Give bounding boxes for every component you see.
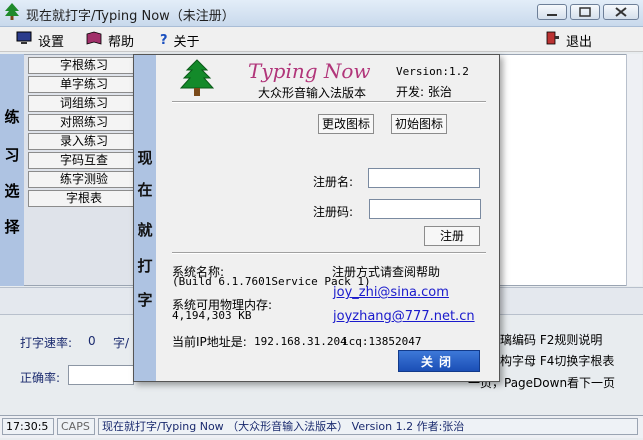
practice-label-char: 择 — [4, 218, 20, 236]
initial-icon-button[interactable]: 初始图标 — [391, 114, 447, 134]
status-time: 17:30:5 — [2, 418, 54, 435]
ip-value: 192.168.31.204 — [254, 335, 347, 348]
menu-help-label: 帮助 — [108, 34, 135, 50]
menu-about[interactable]: ? 关于 — [160, 31, 200, 50]
menu-exit-label: 退出 — [566, 34, 593, 50]
dialog-side-char: 字 — [137, 291, 153, 309]
book-icon — [86, 31, 102, 49]
speed-unit: 字/ — [113, 336, 130, 350]
btn-phrase-practice[interactable]: 词组练习 — [28, 95, 140, 112]
ip-label: 当前IP地址是: — [172, 335, 247, 349]
divider — [172, 101, 486, 103]
dialog-side-char: 现 — [137, 149, 153, 167]
status-info: 现在就打字/Typing Now （大众形音输入法版本） Version 1.2… — [98, 418, 638, 435]
reg-name-label: 注册名: — [313, 175, 354, 189]
minimize-button[interactable] — [537, 4, 567, 20]
btn-test[interactable]: 练字测验 — [28, 171, 140, 188]
menu-help[interactable]: 帮助 — [86, 31, 135, 50]
divider — [172, 252, 486, 254]
dialog-heading: Typing Now — [248, 59, 371, 83]
dialog-side-char: 打 — [137, 257, 153, 275]
title-bar: 现在就打字/Typing Now（未注册） — [0, 0, 643, 27]
status-bar: 17:30:5 CAPS 现在就打字/Typing Now （大众形音输入法版本… — [0, 415, 643, 438]
btn-radical-table[interactable]: 字根表 — [28, 190, 140, 207]
dialog-side-char: 就 — [137, 221, 153, 239]
reg-code-label: 注册码: — [313, 205, 354, 219]
email-link-2[interactable]: joyzhang@777.net.cn — [333, 309, 475, 324]
text-display-area — [487, 54, 635, 286]
status-caps: CAPS — [57, 418, 95, 435]
accuracy-field — [68, 365, 134, 385]
btn-radical-practice[interactable]: 字根练习 — [28, 57, 140, 74]
practice-label-char: 习 — [4, 146, 20, 164]
question-icon: ? — [160, 32, 168, 48]
accuracy-label: 正确率: — [20, 371, 61, 385]
menu-settings-label: 设置 — [38, 34, 65, 50]
practice-label-char: 选 — [4, 182, 20, 200]
dialog-subtitle: 大众形音输入法版本 — [258, 86, 367, 100]
close-window-button[interactable] — [603, 4, 639, 20]
exit-door-icon — [544, 31, 560, 49]
maximize-button[interactable] — [570, 4, 600, 20]
menu-bar: 设置 帮助 ? 关于 退出 — [0, 27, 643, 52]
change-icon-button[interactable]: 更改图标 — [318, 114, 374, 134]
practice-select-label: 练 习 选 择 — [0, 54, 24, 286]
vertical-scrollbar[interactable] — [626, 54, 642, 286]
practice-label-char: 练 — [4, 108, 20, 126]
menu-exit[interactable]: 退出 — [544, 31, 593, 50]
btn-code-lookup[interactable]: 字码互查 — [28, 152, 140, 169]
speed-value: 0 — [88, 334, 96, 348]
btn-compare-practice[interactable]: 对照练习 — [28, 114, 140, 131]
dialog-version: Version:1.2 — [396, 65, 469, 78]
icq-value: icq:13852047 — [342, 335, 422, 348]
app-tree-icon — [4, 3, 20, 24]
dialog-side-strip: 现 在 就 打 字 — [134, 55, 156, 381]
dialog-developer: 开发: 张治 — [396, 85, 452, 99]
dialog-side-char: 在 — [137, 181, 153, 199]
menu-settings[interactable]: 设置 — [16, 31, 65, 50]
hint-line-2: 构字母 F4切换字根表 — [500, 354, 615, 368]
btn-input-practice[interactable]: 录入练习 — [28, 133, 140, 150]
menu-about-label: 关于 — [173, 34, 200, 50]
email-link-1[interactable]: joy_zhi@sina.com — [333, 285, 449, 300]
btn-single-char-practice[interactable]: 单字练习 — [28, 76, 140, 93]
speed-label: 打字速率: — [20, 336, 73, 350]
reg-name-input[interactable] — [368, 168, 480, 188]
tree-logo-icon — [179, 59, 215, 102]
reg-code-input[interactable] — [369, 199, 481, 219]
monitor-icon — [16, 31, 32, 49]
memory-value: 4,194,303 KB — [172, 309, 252, 322]
window-title: 现在就打字/Typing Now（未注册） — [26, 9, 235, 24]
dialog-close-button[interactable]: 关闭 — [398, 350, 480, 372]
reg-method-text: 注册方式请查阅帮助 — [332, 265, 441, 279]
register-button[interactable]: 注册 — [424, 226, 480, 246]
hint-line-1: 璃编码 F2规则说明 — [500, 333, 603, 347]
about-dialog: 现 在 就 打 字 Typing Now Version:1.2 大众形音输入法… — [133, 54, 500, 382]
